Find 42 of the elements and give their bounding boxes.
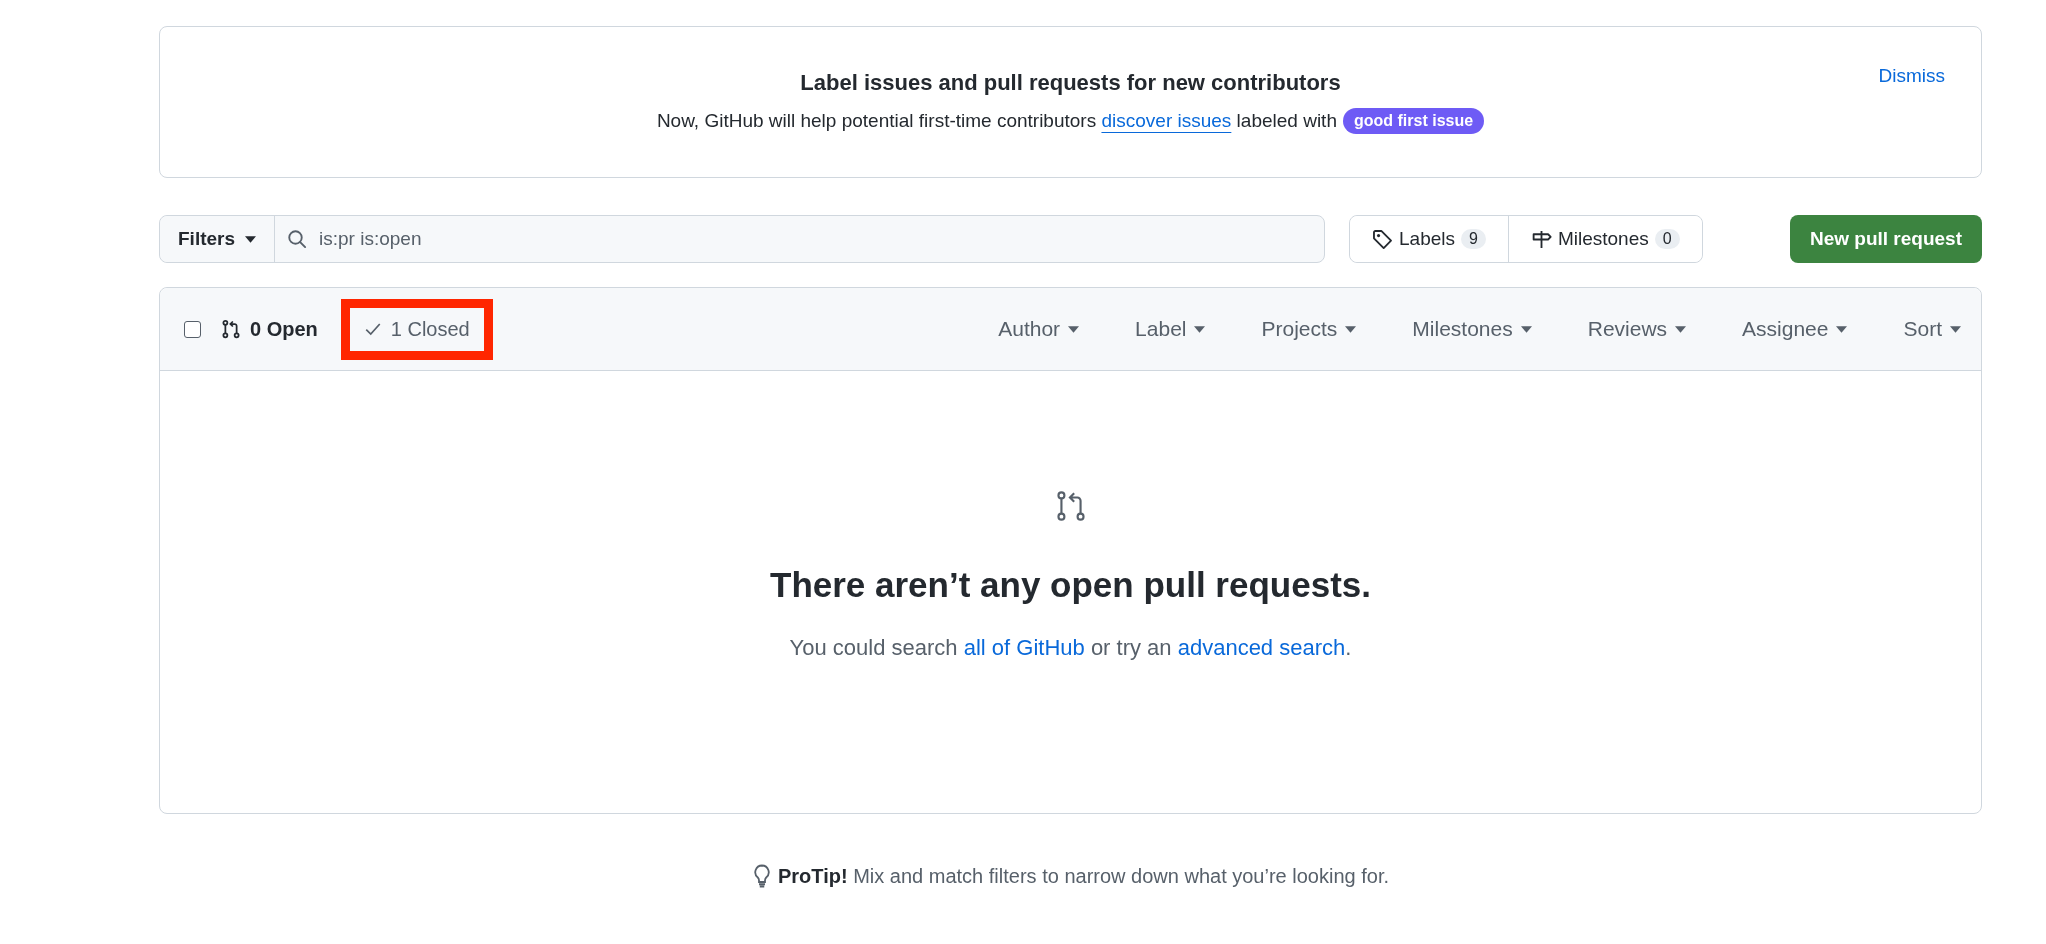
caret-icon (1836, 325, 1848, 333)
dismiss-link[interactable]: Dismiss (1878, 65, 1945, 87)
caret-icon (1345, 325, 1357, 333)
pull-request-icon (221, 319, 241, 339)
milestones-label: Milestones (1557, 228, 1649, 250)
protip-text: ProTip! Mix and match filters to narrow down what you’re looking for. (778, 864, 1389, 888)
filter-dropdown[interactable]: Assignee (1742, 317, 1848, 341)
state-tab[interactable]: 1 Closed (340, 298, 493, 360)
labels-count: 9 (1461, 229, 1486, 249)
empty-state-text: You could search all of GitHub or try an advanced search. (789, 635, 1352, 661)
filter-dropdown[interactable]: Author (998, 317, 1080, 341)
labels-label: Labels (1399, 228, 1455, 250)
milestones-button[interactable]: Milestones 0 (1507, 216, 1702, 262)
empty-state-title: There aren’t any open pull requests. (770, 565, 1371, 605)
search-field[interactable]: Filters is:pr is:open (159, 215, 1325, 263)
filter-dropdown[interactable]: Label (1135, 317, 1206, 341)
filter-dropdown[interactable]: Sort (1903, 317, 1961, 341)
search-icon (287, 229, 308, 249)
filter-dropdown[interactable]: Milestones (1412, 317, 1532, 341)
caret-icon (1520, 325, 1532, 333)
select-all-checkbox[interactable] (184, 320, 201, 338)
search-value: is:pr is:open (319, 228, 422, 250)
caret-icon (1068, 325, 1080, 333)
caret-icon (1675, 325, 1687, 333)
filters-button[interactable]: Filters (160, 216, 276, 262)
label-badge: good first issue (1342, 108, 1485, 134)
new-pull-request-button[interactable]: New pull request (1789, 215, 1982, 263)
discover-issues-link[interactable]: discover issues (1101, 110, 1232, 131)
advanced-search-link[interactable]: advanced search (1177, 635, 1346, 660)
banner-text: Now, GitHub will help potential first-time contributors discover issues labeled with (656, 110, 1337, 132)
filter-dropdown[interactable]: Reviews (1587, 317, 1687, 341)
caret-icon (245, 235, 257, 243)
tag-icon (1372, 228, 1393, 250)
lightbulb-icon (752, 864, 772, 888)
caret-icon (1950, 325, 1961, 333)
signpost-icon (1530, 228, 1552, 250)
all-of-github-link[interactable]: all of GitHub (963, 635, 1085, 660)
filter-dropdown[interactable]: Projects (1261, 317, 1357, 341)
milestones-count: 0 (1654, 229, 1680, 249)
caret-icon (1194, 325, 1206, 333)
state-tab[interactable]: 0 Open (221, 298, 341, 360)
banner-title: Label issues and pull requests for new contributors (800, 70, 1341, 96)
